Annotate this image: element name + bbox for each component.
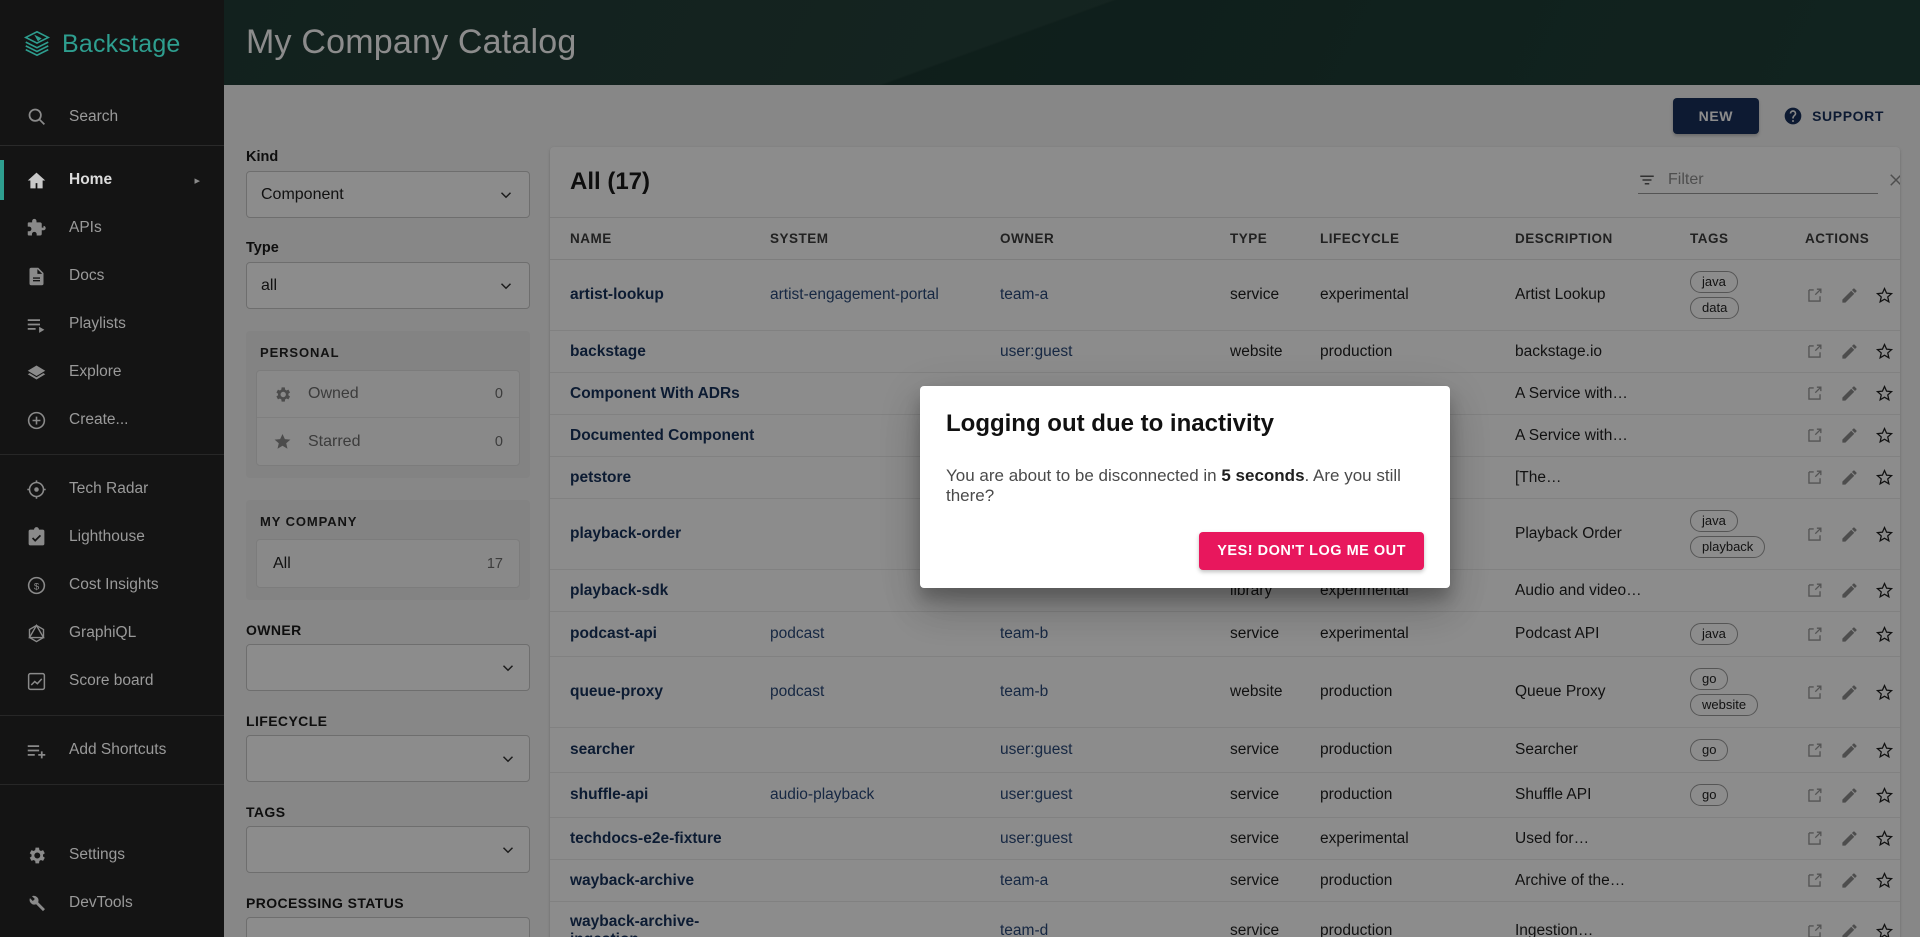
sidebar-item-label: Cost Insights xyxy=(69,576,159,593)
sidebar-item-lighthouse[interactable]: Lighthouse xyxy=(0,513,224,561)
sidebar-item-label: Home xyxy=(69,171,113,188)
sidebar-group-plugins: Tech Radar Lighthouse $ Cost Insights Gr… xyxy=(0,455,224,716)
sidebar-item-label: Add Shortcuts xyxy=(69,741,167,758)
stay-logged-in-button[interactable]: YES! DON'T LOG ME OUT xyxy=(1199,532,1424,570)
sidebar-item-graphiql[interactable]: GraphiQL xyxy=(0,609,224,657)
playlists-icon xyxy=(27,318,45,333)
apis-icon xyxy=(27,218,46,235)
score-board-icon xyxy=(27,672,46,690)
sidebar-item-settings[interactable]: Settings xyxy=(0,831,224,879)
brand-name: Backstage xyxy=(62,29,181,58)
home-icon xyxy=(27,172,46,188)
backstage-logo-icon xyxy=(22,29,52,59)
sidebar-item-create[interactable]: Create... xyxy=(0,396,224,444)
sidebar-item-label: Playlists xyxy=(69,315,126,332)
sidebar-search-label: Search xyxy=(69,107,119,125)
modal-title: Logging out due to inactivity xyxy=(946,410,1274,437)
brand-logo[interactable]: Backstage xyxy=(0,0,224,88)
main-sidebar: Backstage Search Home ▸ APIs Docs Playli… xyxy=(0,0,224,937)
sidebar-item-cost-insights[interactable]: $ Cost Insights xyxy=(0,561,224,609)
sidebar-group-shortcuts: Add Shortcuts xyxy=(0,716,224,785)
search-icon xyxy=(28,108,45,125)
sidebar-item-label: Lighthouse xyxy=(69,528,145,545)
add-shortcuts-icon xyxy=(27,744,46,758)
settings-gear-icon xyxy=(29,847,45,863)
svg-text:$: $ xyxy=(34,581,40,592)
sidebar-item-add-shortcuts[interactable]: Add Shortcuts xyxy=(0,726,224,774)
sidebar-item-label: DevTools xyxy=(69,894,133,911)
sidebar-item-label: Create... xyxy=(69,411,129,428)
sidebar-item-score-board[interactable]: Score board xyxy=(0,657,224,705)
tech-radar-icon xyxy=(27,479,46,499)
inactivity-modal: Logging out due to inactivity You are ab… xyxy=(920,386,1450,588)
sidebar-item-label: GraphiQL xyxy=(69,624,137,641)
sidebar-item-docs[interactable]: Docs xyxy=(0,252,224,300)
modal-actions: YES! DON'T LOG ME OUT xyxy=(946,532,1424,570)
sidebar-item-devtools[interactable]: DevTools xyxy=(0,879,224,927)
sidebar-item-home[interactable]: Home ▸ xyxy=(0,156,224,204)
chevron-right-icon[interactable]: ▸ xyxy=(194,174,200,187)
create-icon xyxy=(27,411,46,429)
modal-body: You are about to be disconnected in 5 se… xyxy=(946,466,1424,506)
docs-icon xyxy=(29,267,44,285)
sidebar-item-tech-radar[interactable]: Tech Radar xyxy=(0,465,224,513)
graphiql-icon xyxy=(28,623,45,642)
sidebar-group-primary: Home ▸ APIs Docs Playlists Explore Creat… xyxy=(0,146,224,455)
sidebar-search[interactable]: Search xyxy=(0,88,224,146)
sidebar-group-system: Settings DevTools xyxy=(0,821,224,937)
sidebar-item-apis[interactable]: APIs xyxy=(0,204,224,252)
sidebar-item-label: Settings xyxy=(69,846,126,863)
sidebar-item-label: APIs xyxy=(69,219,102,236)
modal-body-countdown: 5 seconds xyxy=(1221,466,1305,485)
wrench-icon xyxy=(29,895,45,911)
sidebar-item-label: Tech Radar xyxy=(69,480,149,497)
main-content: My Company Catalog NEW SUPPORT Kind Comp… xyxy=(224,0,1920,937)
sidebar-item-label: Score board xyxy=(69,672,154,689)
sidebar-item-playlists[interactable]: Playlists xyxy=(0,300,224,348)
sidebar-item-label: Explore xyxy=(69,363,122,380)
explore-icon xyxy=(27,365,46,379)
sidebar-item-label: Docs xyxy=(69,267,105,284)
cost-insights-icon: $ xyxy=(27,576,46,594)
sidebar-item-explore[interactable]: Explore xyxy=(0,348,224,396)
modal-body-prefix: You are about to be disconnected in xyxy=(946,466,1222,485)
lighthouse-icon xyxy=(28,526,45,545)
